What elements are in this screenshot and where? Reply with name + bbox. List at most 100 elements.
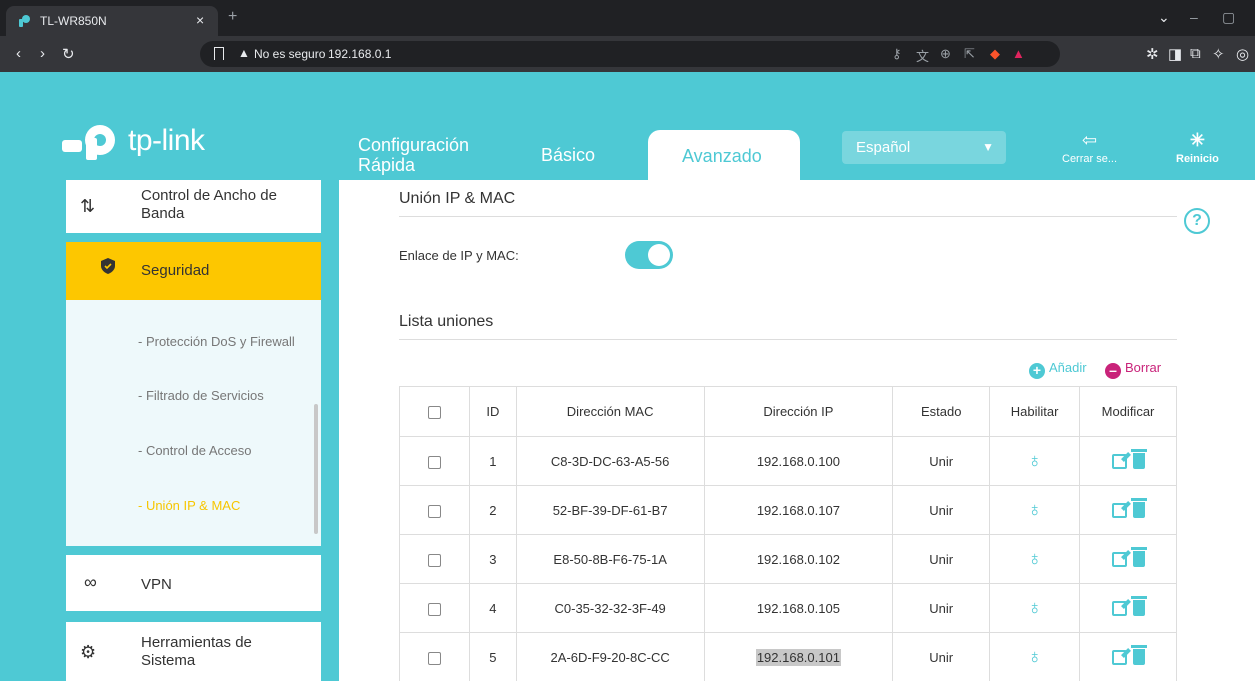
list-title: Lista uniones: [399, 313, 494, 330]
sidebar-subitem-dos-firewall[interactable]: - Protección DoS y Firewall: [138, 334, 295, 349]
sidebar-subitem-service-filter[interactable]: - Filtrado de Servicios: [138, 388, 264, 403]
cell-id: 2: [468, 485, 517, 535]
trash-icon[interactable]: [1130, 547, 1147, 568]
sidebar-item-system-tools-label: Herramientas de Sistema: [141, 634, 252, 670]
row-checkbox[interactable]: [427, 553, 441, 567]
bulb-icon[interactable]: ♁: [1027, 499, 1042, 521]
edit-icon[interactable]: [1111, 649, 1127, 665]
reload-icon[interactable]: ↻: [62, 45, 75, 63]
add-button[interactable]: + Añadir: [1029, 360, 1087, 379]
chevron-down-icon: ▼: [982, 140, 994, 154]
selected-ip-text[interactable]: 192.168.0.101: [755, 648, 841, 666]
binding-label: Enlace de IP y MAC:: [399, 248, 519, 263]
bulb-icon[interactable]: ♁: [1027, 450, 1042, 472]
extensions-icon[interactable]: ✲: [1146, 45, 1159, 63]
edit-icon[interactable]: [1111, 502, 1127, 518]
select-all-checkbox[interactable]: [427, 406, 441, 420]
sidebar-item-vpn[interactable]: ∞ VPN: [66, 555, 321, 611]
trash-icon[interactable]: [1130, 449, 1147, 470]
tab-manager-icon[interactable]: ⧉: [1190, 45, 1201, 62]
page: TL-WR850N × + ⌄ – ▢ ‹ › ↻ ▲ No es seguro…: [0, 0, 1255, 681]
row-checkbox[interactable]: [427, 455, 441, 469]
bulb-icon[interactable]: ♁: [1027, 597, 1042, 619]
sidebar-item-bandwidth-label: Control de Ancho de Banda: [141, 187, 277, 223]
trash-icon[interactable]: [1130, 645, 1147, 666]
sidebar-item-vpn-label: VPN: [141, 576, 172, 593]
binding-toggle[interactable]: [625, 241, 673, 269]
back-icon[interactable]: ‹: [16, 45, 21, 62]
sidebar-item-bandwidth[interactable]: ⇅ Control de Ancho de Banda: [66, 180, 321, 233]
bulb-icon[interactable]: ♁: [1027, 548, 1042, 570]
row-checkbox[interactable]: [427, 651, 441, 665]
browser-tab-bar: TL-WR850N × + ⌄ – ▢: [0, 0, 1255, 36]
cell-status: Unir: [892, 436, 991, 486]
sidebar-item-system-tools[interactable]: ⚙ Herramientas de Sistema: [66, 622, 321, 681]
vpn-shield-icon[interactable]: ◎: [1236, 45, 1249, 63]
security-label[interactable]: No es seguro: [254, 47, 325, 61]
tab-title: TL-WR850N: [40, 14, 107, 28]
translate-icon[interactable]: 文: [916, 46, 929, 65]
ai-icon[interactable]: ✧: [1212, 45, 1225, 63]
minimize-icon[interactable]: –: [1190, 9, 1198, 25]
brave-shield-icon[interactable]: ◆: [990, 46, 1000, 62]
logout-button[interactable]: ⇦ Cerrar se...: [1062, 130, 1117, 165]
shield-icon: [101, 258, 115, 274]
reboot-button[interactable]: ✳ Reinicio: [1176, 130, 1219, 165]
row-checkbox[interactable]: [427, 504, 441, 518]
sidebar-submenu: - Protección DoS y Firewall - Filtrado d…: [66, 300, 321, 546]
trash-icon[interactable]: [1130, 498, 1147, 519]
vpn-link-icon: ∞: [84, 572, 97, 592]
cell-status: Unir: [892, 632, 991, 681]
add-label: Añadir: [1049, 360, 1087, 375]
modify-cell: [1079, 436, 1177, 486]
brave-rewards-icon[interactable]: ▲: [1012, 46, 1025, 61]
tab-quick-setup[interactable]: Configuración Rápida: [358, 135, 469, 175]
tab-basic[interactable]: Básico: [541, 145, 595, 165]
table-row: 3 E8-50-8B-F6-75-1A 192.168.0.102 Unir ♁: [399, 534, 1177, 584]
cell-mac: E8-50-8B-F6-75-1A: [515, 534, 705, 584]
edit-icon[interactable]: [1111, 453, 1127, 469]
gear-icon: ⚙: [80, 642, 97, 662]
maximize-icon[interactable]: ▢: [1222, 9, 1235, 26]
cell-ip: 192.168.0.105: [703, 583, 894, 633]
url-text[interactable]: 192.168.0.1: [328, 47, 391, 61]
help-icon[interactable]: ?: [1184, 208, 1210, 234]
enable-cell: ♁: [989, 485, 1081, 535]
row-checkbox[interactable]: [427, 602, 441, 616]
select-all-cell: [399, 386, 470, 437]
table-header-row: ID Dirección MAC Dirección IP Estado Hab…: [399, 386, 1177, 437]
share-icon[interactable]: ⇱: [964, 46, 975, 62]
sidebar-scrollbar[interactable]: [314, 404, 318, 534]
logo-text: tp-link: [128, 124, 205, 157]
key-icon[interactable]: ⚷: [892, 46, 902, 62]
delete-button[interactable]: – Borrar: [1105, 360, 1161, 379]
bookmark-icon[interactable]: [214, 47, 224, 60]
edit-icon[interactable]: [1111, 600, 1127, 616]
sidebar-subitem-access-control[interactable]: - Control de Acceso: [138, 443, 251, 458]
trash-icon[interactable]: [1130, 596, 1147, 617]
sidebar-item-security[interactable]: Seguridad: [66, 242, 321, 300]
edit-icon[interactable]: [1111, 551, 1127, 567]
sidebar-subitem-ip-mac-binding[interactable]: - Unión IP & MAC: [138, 498, 240, 513]
list-divider: [399, 339, 1177, 340]
system-tools-line1: Herramientas de: [141, 634, 252, 651]
zoom-icon[interactable]: ⊕: [940, 46, 951, 62]
cell-mac: 52-BF-39-DF-61-B7: [515, 485, 705, 535]
main-panel: Unión IP & MAC ? Enlace de IP y MAC: Lis…: [339, 180, 1255, 681]
sidebar-icon[interactable]: ◨: [1168, 45, 1182, 63]
delete-label: Borrar: [1125, 360, 1162, 375]
bulb-icon[interactable]: ♁: [1027, 646, 1042, 668]
tab-search-icon[interactable]: ⌄: [1158, 9, 1170, 26]
new-tab-icon[interactable]: +: [228, 8, 237, 26]
cell-id: 4: [468, 583, 517, 633]
tab-close-icon[interactable]: ×: [196, 12, 204, 28]
tab-advanced-label: Avanzado: [682, 146, 762, 166]
address-bar[interactable]: ▲ No es seguro 192.168.0.1 ⚷ 文 ⊕ ⇱ ◆ ▲: [200, 41, 1060, 67]
language-select[interactable]: Español ▼: [842, 131, 1006, 164]
tab-advanced[interactable]: Avanzado: [648, 130, 800, 180]
header-enable: Habilitar: [989, 386, 1081, 437]
bandwidth-line1: Control de Ancho de: [141, 187, 277, 204]
cell-ip: 192.168.0.100: [703, 436, 894, 486]
forward-icon[interactable]: ›: [40, 45, 45, 62]
browser-tab[interactable]: TL-WR850N ×: [6, 6, 218, 36]
